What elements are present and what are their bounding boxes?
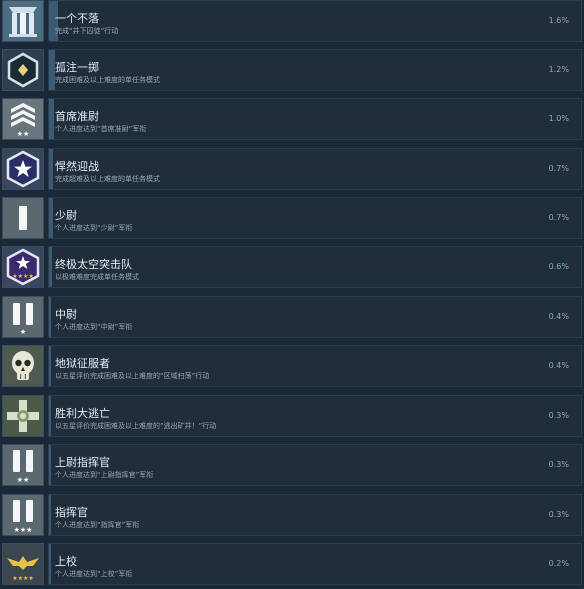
- achievement-row[interactable]: 少尉 个人进度达到“少尉”军衔 0.7%: [0, 197, 584, 243]
- achievement-row[interactable]: 地狱征服者 以五星评价完成困难及以上难度的“区域扫荡”行动 0.4%: [0, 345, 584, 391]
- achievement-row[interactable]: ★★ 上尉指挥官 个人进度达到“上尉指挥官”军衔 0.3%: [0, 444, 584, 490]
- unlock-percentage: 0.3%: [548, 510, 569, 519]
- unlock-percentage: 0.2%: [548, 559, 569, 568]
- four-star-hexagon-icon: ★★★★: [2, 246, 44, 288]
- achievement-bar: 少尉 个人进度达到“少尉”军衔 0.7%: [48, 197, 582, 239]
- diamond-badge-icon: [2, 49, 44, 91]
- achievement-row[interactable]: ★★★★ 终极太空突击队 以极难难度完成单任务模式 0.6%: [0, 246, 584, 292]
- achievement-bar: 悍然迎战 完成超难及以上难度的单任务模式 0.7%: [48, 148, 582, 190]
- achievement-description: 个人进度达到“中尉”军衔: [55, 323, 133, 331]
- unlock-percentage: 0.7%: [548, 213, 569, 222]
- progress-bar: [49, 99, 54, 139]
- unlock-percentage: 1.6%: [548, 16, 569, 25]
- achievement-title: 指挥官: [55, 506, 88, 519]
- achievement-description: 完成困难及以上难度的单任务模式: [55, 76, 160, 84]
- achievement-bar: 孤注一掷 完成困难及以上难度的单任务模式 1.2%: [48, 49, 582, 91]
- achievement-title: 中尉: [55, 308, 77, 321]
- achievement-description: 以五星评价完成困难及以上难度的“区域扫荡”行动: [55, 372, 210, 380]
- svg-text:★★★★: ★★★★: [12, 575, 34, 582]
- achievement-title: 地狱征服者: [55, 357, 110, 370]
- achievement-bar: 上校 个人进度达到“上校”军衔 0.2%: [48, 543, 582, 585]
- achievement-bar: 中尉 个人进度达到“中尉”军衔 0.4%: [48, 296, 582, 338]
- star-hexagon-icon: [2, 148, 44, 190]
- svg-text:★★★★: ★★★★: [12, 273, 34, 280]
- skull-icon: [2, 345, 44, 387]
- cross-emblem-icon: [2, 395, 44, 437]
- progress-bar: [49, 396, 51, 436]
- achievement-row[interactable]: ★★★★ 上校 个人进度达到“上校”军衔 0.2%: [0, 543, 584, 589]
- achievement-title: 上尉指挥官: [55, 456, 110, 469]
- single-bar-rank-icon: [2, 197, 44, 239]
- achievement-row[interactable]: 胜利大逃亡 以五星评价完成困难及以上难度的“逃出矿井！”行动 0.3%: [0, 395, 584, 441]
- double-bar-rank-icon: ★: [2, 296, 44, 338]
- chevron-rank-icon: ★★: [2, 98, 44, 140]
- achievement-description: 以五星评价完成困难及以上难度的“逃出矿井！”行动: [55, 422, 217, 430]
- progress-bar: [49, 544, 51, 584]
- svg-text:★: ★: [20, 328, 26, 336]
- achievement-title: 一个不落: [55, 12, 99, 25]
- achievement-description: 个人进度达到“上校”军衔: [55, 570, 133, 578]
- achievement-description: 以极难难度完成单任务模式: [55, 273, 139, 281]
- unlock-percentage: 0.4%: [548, 312, 569, 321]
- unlock-percentage: 1.2%: [548, 65, 569, 74]
- achievement-row[interactable]: 孤注一掷 完成困难及以上难度的单任务模式 1.2%: [0, 49, 584, 95]
- achievement-description: 个人进度达到“指挥官”军衔: [55, 521, 140, 529]
- pillars-icon: [2, 0, 44, 42]
- bars-two-star-icon: ★★: [2, 444, 44, 486]
- eagle-rank-icon: ★★★★: [2, 543, 44, 585]
- achievement-title: 胜利大逃亡: [55, 407, 110, 420]
- achievement-row[interactable]: ★★★ 指挥官 个人进度达到“指挥官”军衔 0.3%: [0, 494, 584, 540]
- achievement-bar: 终极太空突击队 以极难难度完成单任务模式 0.6%: [48, 246, 582, 288]
- progress-bar: [49, 247, 52, 287]
- achievement-bar: 指挥官 个人进度达到“指挥官”军衔 0.3%: [48, 494, 582, 536]
- achievement-title: 孤注一掷: [55, 61, 99, 74]
- progress-bar: [49, 149, 53, 189]
- achievement-bar: 首席准尉 个人进度达到“首席准尉”军衔 1.0%: [48, 98, 582, 140]
- svg-text:★★: ★★: [17, 130, 30, 138]
- achievement-list: 一个不落 完成“井下囚徒”行动 1.6% 孤注一掷 完成困难及以上难度的单任务模…: [0, 0, 584, 589]
- achievement-bar: 胜利大逃亡 以五星评价完成困难及以上难度的“逃出矿井！”行动 0.3%: [48, 395, 582, 437]
- bars-three-star-icon: ★★★: [2, 494, 44, 536]
- achievement-description: 个人进度达到“首席准尉”军衔: [55, 125, 147, 133]
- unlock-percentage: 0.3%: [548, 460, 569, 469]
- achievement-description: 个人进度达到“少尉”军衔: [55, 224, 133, 232]
- achievement-row[interactable]: ★★ 首席准尉 个人进度达到“首席准尉”军衔 1.0%: [0, 98, 584, 144]
- unlock-percentage: 0.3%: [548, 411, 569, 420]
- achievement-title: 首席准尉: [55, 110, 99, 123]
- achievement-title: 终极太空突击队: [55, 258, 132, 271]
- achievement-title: 悍然迎战: [55, 160, 99, 173]
- achievement-title: 少尉: [55, 209, 77, 222]
- progress-bar: [49, 346, 51, 386]
- progress-bar: [49, 495, 51, 535]
- unlock-percentage: 0.6%: [548, 262, 569, 271]
- progress-bar: [49, 198, 53, 238]
- progress-bar: [49, 297, 51, 337]
- achievement-description: 个人进度达到“上尉指挥官”军衔: [55, 471, 154, 479]
- achievement-bar: 地狱征服者 以五星评价完成困难及以上难度的“区域扫荡”行动 0.4%: [48, 345, 582, 387]
- achievement-bar: 一个不落 完成“井下囚徒”行动 1.6%: [48, 0, 582, 42]
- unlock-percentage: 0.7%: [548, 164, 569, 173]
- achievement-description: 完成超难及以上难度的单任务模式: [55, 175, 160, 183]
- achievement-bar: 上尉指挥官 个人进度达到“上尉指挥官”军衔 0.3%: [48, 444, 582, 486]
- achievement-description: 完成“井下囚徒”行动: [55, 27, 119, 35]
- achievement-row[interactable]: 一个不落 完成“井下囚徒”行动 1.6%: [0, 0, 584, 46]
- unlock-percentage: 1.0%: [548, 114, 569, 123]
- unlock-percentage: 0.4%: [548, 361, 569, 370]
- achievement-title: 上校: [55, 555, 77, 568]
- svg-text:★★: ★★: [17, 476, 30, 484]
- achievement-row[interactable]: ★ 中尉 个人进度达到“中尉”军衔 0.4%: [0, 296, 584, 342]
- svg-text:★★★: ★★★: [14, 526, 33, 534]
- progress-bar: [49, 445, 51, 485]
- achievement-row[interactable]: 悍然迎战 完成超难及以上难度的单任务模式 0.7%: [0, 148, 584, 194]
